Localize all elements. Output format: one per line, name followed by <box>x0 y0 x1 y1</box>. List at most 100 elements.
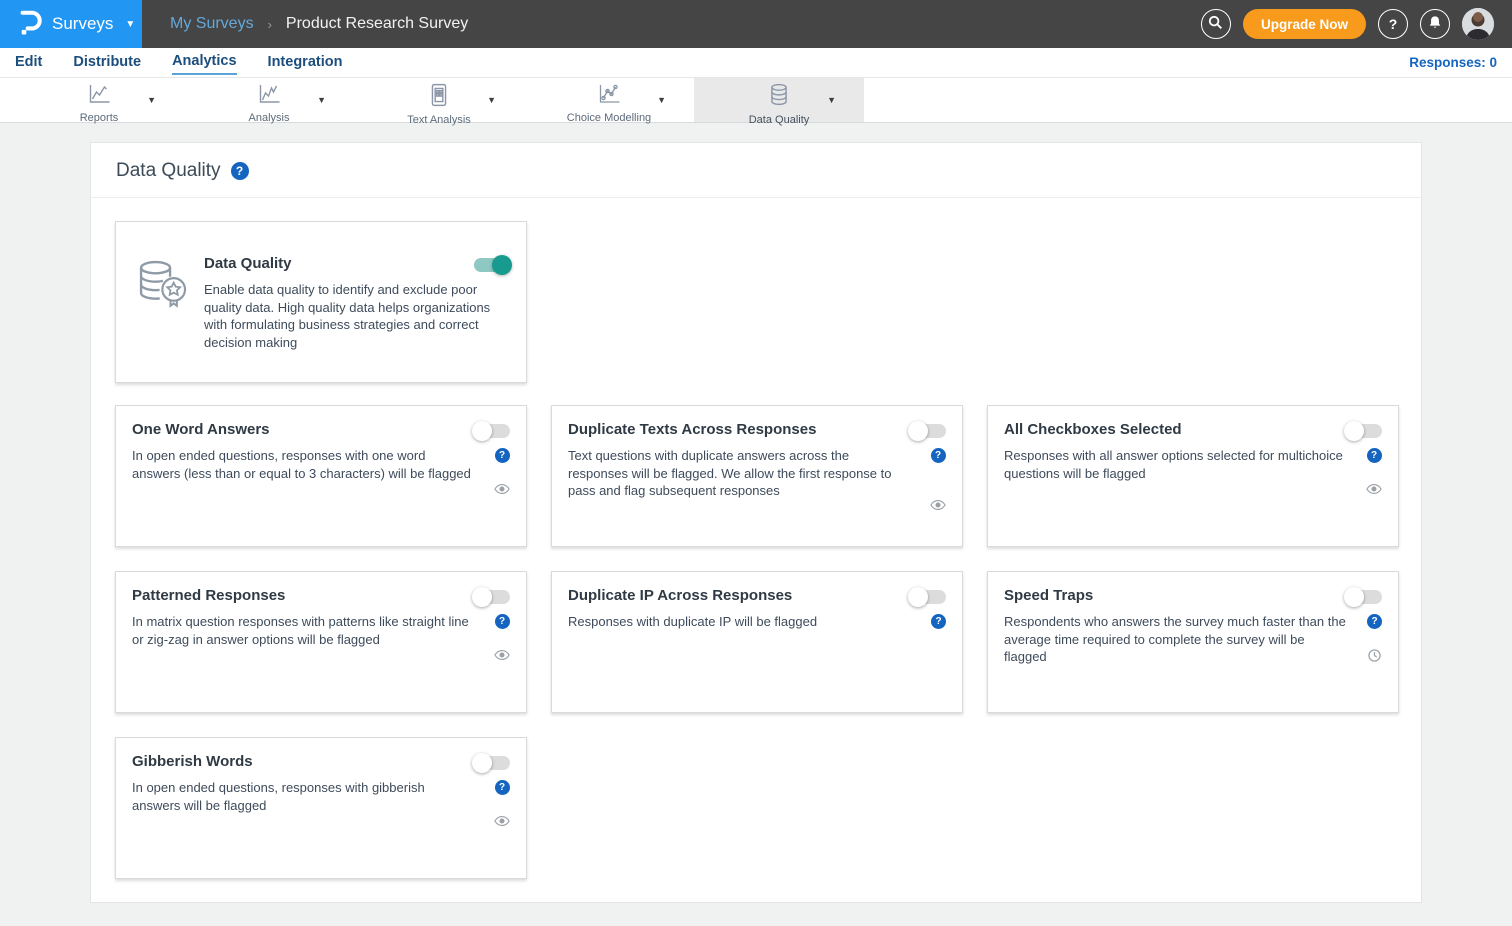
toggle-knob <box>472 421 492 441</box>
help-button[interactable]: ? <box>1378 9 1408 39</box>
duplicate-ip-toggle[interactable] <box>910 590 946 604</box>
card-title: Data Quality <box>204 255 292 272</box>
chevron-down-icon[interactable]: ▼ <box>147 95 156 105</box>
database-icon <box>768 83 790 112</box>
card-description: Enable data quality to identify and excl… <box>204 281 496 351</box>
toolbar-item-data-quality[interactable]: Data Quality ▼ <box>694 78 864 122</box>
toggle-knob <box>908 587 928 607</box>
one-word-answers-toggle[interactable] <box>474 424 510 438</box>
toggle-knob <box>908 421 928 441</box>
toolbar-item-analysis[interactable]: Analysis ▼ <box>184 78 354 122</box>
survey-nav: Edit Distribute Analytics Integration Re… <box>0 48 1512 78</box>
card-help-icon[interactable]: ? <box>1367 448 1382 463</box>
notifications-button[interactable] <box>1420 9 1450 39</box>
search-icon <box>1208 15 1223 33</box>
card-description: In open ended questions, responses with … <box>132 779 474 814</box>
toolbar-label: Analysis <box>249 112 290 124</box>
card-duplicate-texts: Duplicate Texts Across Responses Text qu… <box>551 405 963 547</box>
card-help-icon[interactable]: ? <box>1367 614 1382 629</box>
document-grid-icon <box>428 83 450 112</box>
user-avatar[interactable] <box>1462 8 1494 40</box>
topbar-actions: Upgrade Now ? <box>1201 0 1512 48</box>
card-description: Text questions with duplicate answers ac… <box>568 447 910 500</box>
clock-icon[interactable] <box>1368 649 1381 662</box>
tab-distribute[interactable]: Distribute <box>73 51 141 74</box>
card-speed-traps: Speed Traps Respondents who answers the … <box>987 571 1399 713</box>
all-checkboxes-toggle[interactable] <box>1346 424 1382 438</box>
toolbar-item-reports[interactable]: Reports ▼ <box>14 78 184 122</box>
gibberish-words-toggle[interactable] <box>474 756 510 770</box>
product-switcher[interactable]: Surveys ▼ <box>0 0 142 48</box>
upgrade-now-button[interactable]: Upgrade Now <box>1243 9 1366 39</box>
line-chart-icon <box>87 83 112 110</box>
card-one-word-answers: One Word Answers In open ended questions… <box>115 405 527 547</box>
card-description: Responses with all answer options select… <box>1004 447 1346 482</box>
data-quality-panel: Data Quality ? <box>90 142 1422 903</box>
toolbar-label: Choice Modelling <box>567 112 651 124</box>
data-quality-toggle[interactable] <box>474 258 510 272</box>
card-title: Gibberish Words <box>132 753 253 770</box>
eye-icon[interactable] <box>494 649 510 661</box>
eye-icon[interactable] <box>1366 483 1382 495</box>
toggle-knob <box>472 587 492 607</box>
page-title: Data Quality <box>116 160 221 182</box>
toggle-knob <box>1344 587 1364 607</box>
responses-count: Responses: 0 <box>1409 55 1497 70</box>
bell-icon <box>1428 15 1442 33</box>
card-description: In matrix question responses with patter… <box>132 613 474 648</box>
card-help-icon[interactable]: ? <box>495 614 510 629</box>
duplicate-texts-toggle[interactable] <box>910 424 946 438</box>
card-all-checkboxes: All Checkboxes Selected Responses with a… <box>987 405 1399 547</box>
card-description: In open ended questions, responses with … <box>132 447 474 482</box>
trend-chart-icon <box>257 83 282 110</box>
tab-analytics[interactable]: Analytics <box>172 50 236 75</box>
breadcrumb: My Surveys › Product Research Survey <box>142 0 468 48</box>
eye-icon[interactable] <box>494 483 510 495</box>
toggle-knob <box>492 255 512 275</box>
card-title: Speed Traps <box>1004 587 1093 604</box>
card-help-icon[interactable]: ? <box>495 448 510 463</box>
card-title: Duplicate IP Across Responses <box>568 587 792 604</box>
card-duplicate-ip: Duplicate IP Across Responses Responses … <box>551 571 963 713</box>
breadcrumb-separator-icon: › <box>268 17 272 32</box>
chevron-down-icon[interactable]: ▼ <box>657 95 666 105</box>
speed-traps-toggle[interactable] <box>1346 590 1382 604</box>
tab-integration[interactable]: Integration <box>268 51 343 74</box>
card-help-icon[interactable]: ? <box>495 780 510 795</box>
eye-icon[interactable] <box>930 499 946 511</box>
card-title: One Word Answers <box>132 421 270 438</box>
toggle-knob <box>1344 421 1364 441</box>
database-badge-icon <box>132 237 204 367</box>
patterned-responses-toggle[interactable] <box>474 590 510 604</box>
card-description: Respondents who answers the survey much … <box>1004 613 1346 666</box>
card-help-icon[interactable]: ? <box>931 448 946 463</box>
breadcrumb-my-surveys[interactable]: My Surveys <box>170 15 254 33</box>
toolbar-label: Data Quality <box>749 114 810 126</box>
toggle-knob <box>472 753 492 773</box>
chevron-down-icon[interactable]: ▼ <box>827 95 836 105</box>
card-help-icon[interactable]: ? <box>931 614 946 629</box>
page-help-icon[interactable]: ? <box>231 162 249 180</box>
card-patterned-responses: Patterned Responses In matrix question r… <box>115 571 527 713</box>
toolbar-label: Text Analysis <box>407 114 471 126</box>
toolbar-label: Reports <box>80 112 119 124</box>
search-button[interactable] <box>1201 9 1231 39</box>
eye-icon[interactable] <box>494 815 510 827</box>
tab-edit[interactable]: Edit <box>15 51 42 74</box>
card-title: Duplicate Texts Across Responses <box>568 421 816 438</box>
breadcrumb-current-survey: Product Research Survey <box>286 15 468 33</box>
main-content: Data Quality ? <box>0 123 1512 903</box>
chevron-down-icon[interactable]: ▼ <box>317 95 326 105</box>
question-mark-icon: ? <box>1389 16 1398 32</box>
scatter-chart-icon <box>597 83 622 110</box>
analytics-toolbar: Reports ▼ Analysis ▼ Text Analysis ▼ <box>0 78 1512 123</box>
top-bar: Surveys ▼ My Surveys › Product Research … <box>0 0 1512 48</box>
toolbar-item-text-analysis[interactable]: Text Analysis ▼ <box>354 78 524 122</box>
card-gibberish-words: Gibberish Words In open ended questions,… <box>115 737 527 879</box>
chevron-down-icon: ▼ <box>125 19 135 30</box>
data-quality-feature-card: Data Quality Enable data quality to iden… <box>115 221 527 383</box>
card-title: Patterned Responses <box>132 587 285 604</box>
card-description: Responses with duplicate IP will be flag… <box>568 613 910 631</box>
chevron-down-icon[interactable]: ▼ <box>487 95 496 105</box>
toolbar-item-choice-modelling[interactable]: Choice Modelling ▼ <box>524 78 694 122</box>
